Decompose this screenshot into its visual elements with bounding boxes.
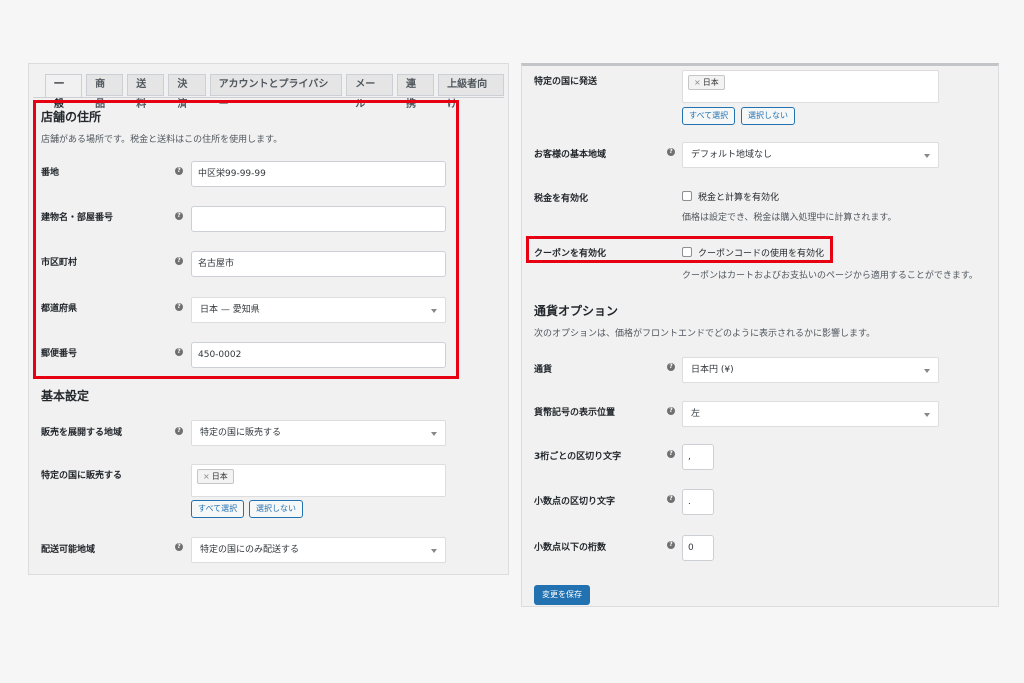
currency-options-title: 通貨オプション [534,304,619,318]
settings-tabs: 一般 商品 送料 決済 アカウントとプライバシー メール 連携 上級者向け [45,74,508,110]
sell-select-none-button[interactable]: 選択しない [249,500,303,518]
help-icon[interactable]: ? [667,363,675,371]
caret-down-icon [431,432,437,436]
tab-emails[interactable]: メール [346,74,393,110]
sell-locations-select[interactable]: 特定の国に販売する [191,420,446,446]
help-icon[interactable]: ? [175,427,183,435]
tab-integration[interactable]: 連携 [396,74,435,110]
specific-ship-label: 特定の国に発送 [534,77,598,87]
tab-products[interactable]: 商品 [86,74,124,110]
caret-down-icon [431,549,437,553]
currency-select[interactable]: 日本円 (¥) [682,357,939,383]
enable-taxes-checkbox[interactable] [682,191,692,201]
ship-select-none-button[interactable]: 選択しない [741,107,795,125]
currency-position-label: 貨幣記号の表示位置 [534,408,616,418]
basic-settings-title: 基本設定 [41,389,90,403]
tab-general[interactable]: 一般 [45,74,83,110]
caret-down-icon [924,154,930,158]
default-location-select[interactable]: デフォルト地域なし [682,142,939,168]
tab-divider [33,97,504,98]
specific-sell-countries[interactable]: × 日本 [191,464,446,497]
enable-taxes-label: 税金を有効化 [534,194,589,204]
help-icon[interactable]: ? [667,450,675,458]
decimal-separator-label: 小数点の区切り文字 [534,497,616,507]
ship-select-all-button[interactable]: すべて選択 [682,107,736,125]
tab-advanced[interactable]: 上級者向け [438,74,504,110]
decimal-separator-input[interactable]: . [682,489,714,515]
currency-label: 通貨 [534,365,553,375]
number-of-decimals-label: 小数点以下の桁数 [534,543,607,553]
tab-shipping[interactable]: 送料 [127,74,165,110]
close-icon[interactable]: × [694,78,701,87]
ship-locations-label: 配送可能地域 [41,545,96,555]
close-icon[interactable]: × [203,472,210,481]
enable-taxes-checkbox-label: 税金と計算を有効化 [698,193,780,203]
currency-options-description: 次のオプションは、価格がフロントエンドでどのように表示されるかに影響します。 [534,329,876,339]
help-icon[interactable]: ? [667,407,675,415]
country-chip[interactable]: × 日本 [688,75,725,90]
enable-coupons-description: クーポンはカートおよびお支払いのページから適用することができます。 [682,271,978,281]
sell-select-all-button[interactable]: すべて選択 [191,500,245,518]
caret-down-icon [924,369,930,373]
currency-value: 日本円 (¥) [691,365,734,375]
help-icon[interactable]: ? [667,148,675,156]
specific-sell-label: 特定の国に販売する [41,471,123,481]
ship-locations-value: 特定の国にのみ配送する [200,545,300,555]
thousand-separator-input[interactable]: , [682,444,714,470]
default-location-label: お客様の基本地域 [534,150,607,160]
ship-locations-select[interactable]: 特定の国にのみ配送する [191,537,446,563]
number-of-decimals-input[interactable]: 0 [682,535,714,561]
right-settings-panel: 特定の国に発送 × 日本 すべて選択 選択しない お客様の基本地域 ? デフォルト… [521,63,999,607]
tab-accounts-privacy[interactable]: アカウントとプライバシー [209,74,343,110]
thousand-separator-label: 3桁ごとの区切り文字 [534,452,622,462]
tab-payments[interactable]: 決済 [168,74,206,110]
currency-position-select[interactable]: 左 [682,401,939,427]
currency-position-value: 左 [691,409,701,419]
sell-locations-value: 特定の国に販売する [200,428,282,438]
help-icon[interactable]: ? [667,541,675,549]
country-chip[interactable]: × 日本 [197,469,234,484]
caret-down-icon [924,413,930,417]
enable-taxes-description: 価格は設定でき、税金は購入処理中に計算されます。 [682,213,897,223]
sell-locations-label: 販売を展開する地域 [41,428,123,438]
help-icon[interactable]: ? [175,543,183,551]
save-changes-button[interactable]: 変更を保存 [534,585,590,605]
help-icon[interactable]: ? [667,495,675,503]
specific-ship-countries[interactable]: × 日本 [682,70,939,103]
store-address-highlight [33,100,459,379]
default-location-value: デフォルト地域なし [691,150,773,160]
enable-coupons-highlight [526,236,833,263]
